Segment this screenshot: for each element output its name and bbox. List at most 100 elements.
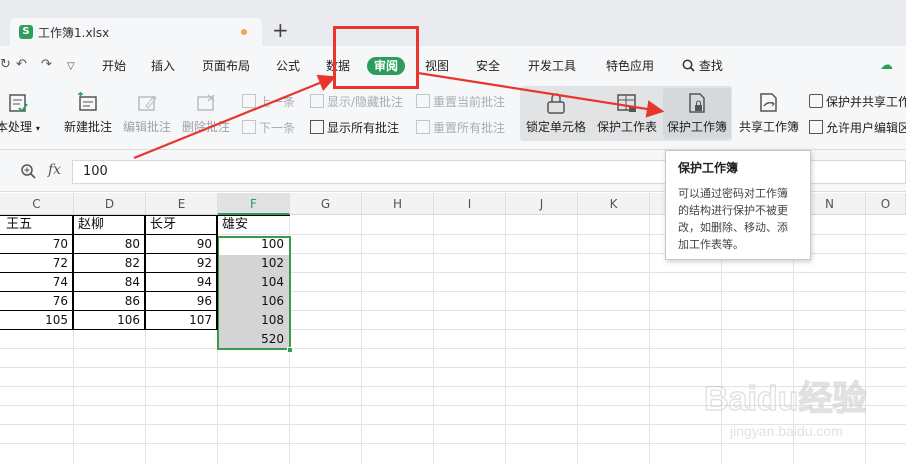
new-comment-button[interactable]: 新建批注 — [62, 86, 114, 135]
protect-workbook-label: 保护工作簿 — [666, 120, 727, 134]
table-cell[interactable]: 96 — [146, 292, 216, 311]
table-header-cell[interactable]: 长牙 — [146, 215, 216, 234]
table-cell[interactable]: 86 — [74, 292, 144, 311]
reset-all-comments-button[interactable]: 重置所有批注 — [416, 120, 505, 135]
fx-label[interactable]: fx — [48, 162, 61, 178]
sum-cell[interactable]: 520 — [218, 330, 288, 349]
menu-bar: ↻ ↶ ↷ ▽ 开始 插入 页面布局 公式 数据 审阅 视图 安全 开发工具 特… — [0, 46, 906, 86]
tooltip-title: 保护工作簿 — [678, 161, 739, 175]
table-cell[interactable]: 106 — [218, 292, 288, 311]
menu-formulas[interactable]: 公式 — [276, 59, 300, 73]
share-workbook-label: 共享工作簿 — [738, 120, 799, 134]
edit-comment-button[interactable]: 编辑批注 — [121, 86, 173, 135]
delete-comment-label: 删除批注 — [181, 120, 230, 134]
show-all-comments-button[interactable]: 显示所有批注 — [310, 120, 399, 135]
protect-sheet-button[interactable]: 保护工作表 — [595, 86, 659, 135]
document-tab[interactable]: S 工作簿1.xlsx — [10, 18, 262, 46]
column-header-c[interactable]: C — [0, 193, 74, 215]
table-cell[interactable]: 84 — [74, 273, 144, 292]
lock-icon — [542, 90, 570, 116]
baidu-jingyan-watermark-logo: Baidu经验 jingyan.baidu.com — [703, 378, 867, 439]
show-hide-comment-button[interactable]: 显示/隐藏批注 — [310, 94, 403, 109]
redo-icon[interactable]: ↷ — [41, 58, 52, 72]
annotation-highlight-box — [333, 26, 419, 89]
table-cell[interactable]: 92 — [146, 254, 216, 273]
table-cell[interactable]: 82 — [74, 254, 144, 273]
table-cell[interactable]: 108 — [218, 311, 288, 330]
gridline — [0, 367, 906, 368]
delete-comment-icon — [192, 90, 220, 116]
tab-bar: S 工作簿1.xlsx + — [0, 0, 906, 46]
watermark-url: jingyan.baidu.com — [729, 423, 843, 439]
table-header-cell[interactable]: 雄安 — [218, 215, 288, 234]
table-cell[interactable]: 70 — [0, 235, 72, 254]
table-cell[interactable]: 105 — [0, 311, 72, 330]
tooltip-body: 可以通过密码对工作簿的结构进行保护不被更改，如删除、移动、添加工作表等。 — [678, 187, 788, 251]
quick-access-icon[interactable]: ↻ — [0, 58, 11, 72]
show-all-comments-icon — [310, 120, 324, 134]
search-icon — [682, 59, 695, 72]
column-header-f[interactable]: F — [218, 193, 290, 215]
menu-view[interactable]: 视图 — [425, 59, 449, 73]
delete-comment-button[interactable]: 删除批注 — [180, 86, 232, 135]
protect-sheet-icon — [613, 90, 641, 116]
next-comment-button[interactable]: 下一条 — [242, 120, 295, 135]
column-header-o[interactable]: O — [866, 193, 906, 215]
lock-cell-button[interactable]: 锁定单元格 — [524, 86, 588, 135]
reset-current-comment-button[interactable]: 重置当前批注 — [416, 94, 505, 109]
table-cell[interactable]: 90 — [146, 235, 216, 254]
spreadsheet-file-icon: S — [19, 25, 33, 39]
table-cell[interactable]: 76 — [0, 292, 72, 311]
search-button[interactable]: 查找 — [682, 59, 723, 73]
share-workbook-icon — [755, 90, 783, 116]
menu-insert[interactable]: 插入 — [151, 59, 175, 73]
menu-special-apps[interactable]: 特色应用 — [606, 59, 654, 73]
text-processing-button[interactable]: 本处理 ▾ — [0, 86, 40, 135]
allow-edit-ranges-button[interactable]: 允许用户编辑区 — [809, 120, 906, 135]
next-arrow-icon — [242, 120, 256, 134]
table-cell[interactable]: 102 — [218, 254, 288, 273]
table-cell[interactable]: 74 — [0, 273, 72, 292]
protect-workbook-icon — [683, 90, 711, 116]
new-tab-plus-icon[interactable]: + — [272, 20, 289, 40]
column-header-k[interactable]: K — [578, 193, 650, 215]
menu-page-layout[interactable]: 页面布局 — [202, 59, 250, 73]
new-comment-icon — [74, 90, 102, 116]
chevron-down-icon[interactable]: ▽ — [67, 60, 75, 74]
edit-comment-label: 编辑批注 — [122, 120, 171, 134]
edit-comment-icon — [133, 90, 161, 116]
column-header-g[interactable]: G — [290, 193, 362, 215]
new-comment-label: 新建批注 — [63, 120, 112, 134]
column-header-e[interactable]: E — [146, 193, 218, 215]
zoom-search-icon[interactable] — [20, 163, 36, 182]
unsaved-dot-icon — [241, 29, 247, 35]
column-header-i[interactable]: I — [434, 193, 506, 215]
menu-security[interactable]: 安全 — [476, 59, 500, 73]
table-header-cell[interactable]: 王五 — [2, 215, 72, 234]
protect-workbook-button[interactable]: 保护工作簿 — [665, 86, 729, 135]
share-workbook-button[interactable]: 共享工作簿 — [736, 86, 802, 135]
protect-sheet-label: 保护工作表 — [596, 120, 657, 134]
reset-current-icon — [416, 94, 430, 108]
menu-developer[interactable]: 开发工具 — [528, 59, 576, 73]
prev-comment-button[interactable]: 上一条 — [242, 94, 295, 109]
cloud-sync-icon[interactable]: ☁ — [880, 58, 893, 73]
table-header-cell[interactable]: 赵柳 — [74, 215, 144, 234]
table-cell[interactable]: 72 — [0, 254, 72, 273]
table-cell[interactable]: 80 — [74, 235, 144, 254]
column-header-h[interactable]: H — [362, 193, 434, 215]
table-cell[interactable]: 94 — [146, 273, 216, 292]
table-cell[interactable]: 100 — [218, 235, 288, 254]
column-header-d[interactable]: D — [74, 193, 146, 215]
menu-home[interactable]: 开始 — [102, 59, 126, 73]
undo-icon[interactable]: ↶ — [16, 58, 27, 72]
protect-share-icon — [809, 94, 823, 108]
edit-ranges-icon — [809, 120, 823, 134]
protect-and-share-button[interactable]: 保护并共享工作 — [809, 94, 906, 109]
table-cell[interactable]: 104 — [218, 273, 288, 292]
column-header-j[interactable]: J — [506, 193, 578, 215]
table-cell[interactable]: 107 — [146, 311, 216, 330]
protect-workbook-tooltip: 保护工作簿 可以通过密码对工作簿的结构进行保护不被更改，如删除、移动、添加工作表… — [665, 150, 811, 260]
table-cell[interactable]: 106 — [74, 311, 144, 330]
search-label: 查找 — [698, 59, 723, 73]
